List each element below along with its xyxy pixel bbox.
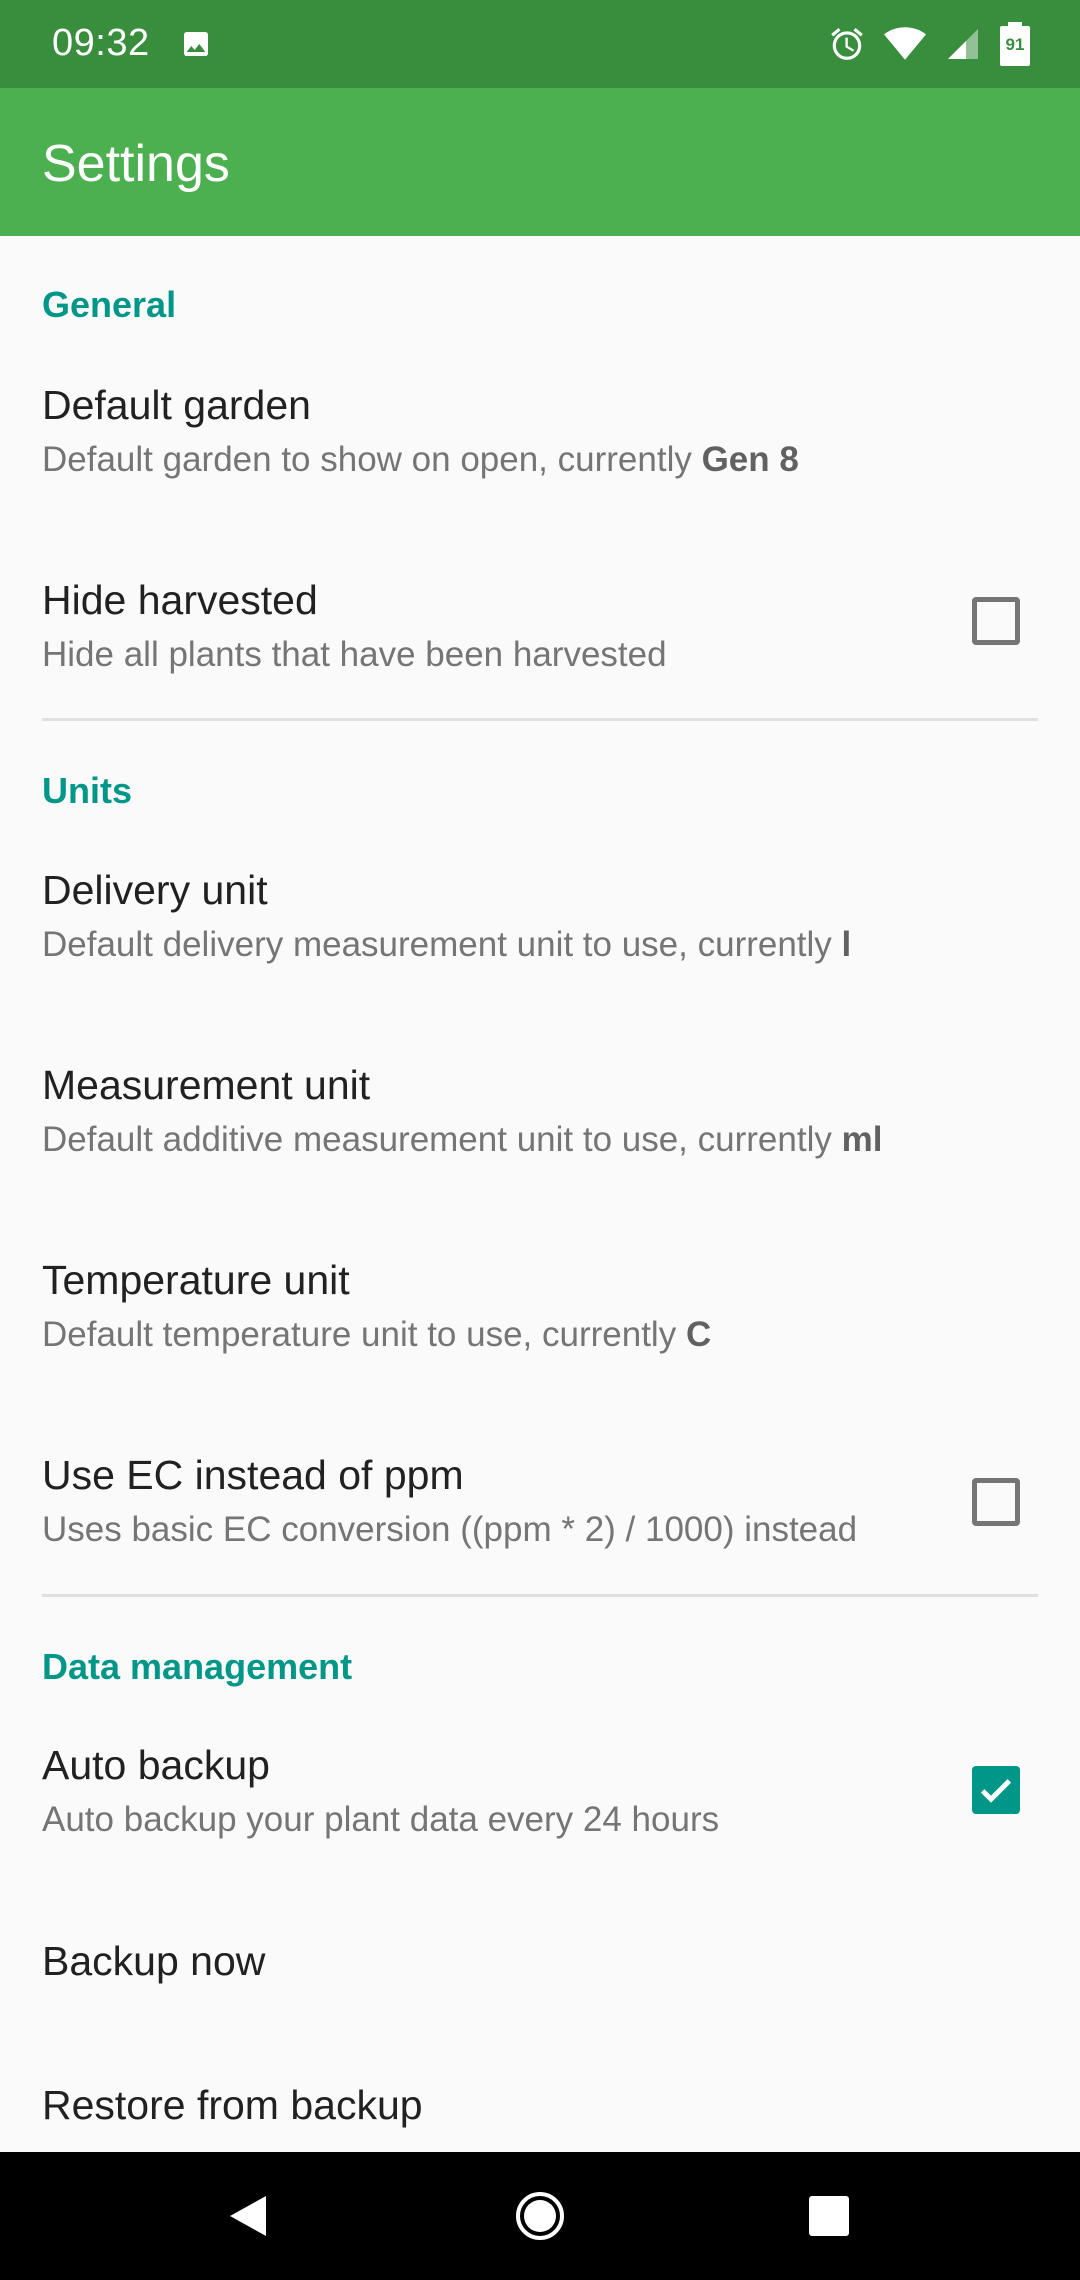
pref-temperature-unit[interactable]: Temperature unit Default temperature uni… [0, 1235, 1080, 1385]
section-header-general: General [42, 284, 177, 325]
navigation-bar [0, 2152, 1080, 2280]
pref-value: C [685, 1315, 712, 1354]
status-bar: 09:32 91 [0, 0, 1080, 88]
divider [42, 718, 1038, 721]
pref-summary: Default additive measurement unit to use… [42, 1120, 883, 1159]
use-ec-checkbox[interactable] [972, 1478, 1020, 1526]
back-icon [230, 2196, 266, 2236]
pref-title: Restore from backup [42, 2082, 423, 2128]
pref-title: Hide harvested [42, 577, 318, 623]
pref-auto-backup[interactable]: Auto backup Auto backup your plant data … [0, 1720, 1080, 1870]
pref-restore-backup[interactable]: Restore from backup [0, 2056, 1080, 2152]
pref-backup-now[interactable]: Backup now [0, 1912, 1080, 2012]
pref-default-garden[interactable]: Default garden Default garden to show on… [0, 360, 1080, 510]
pref-summary: Auto backup your plant data every 24 hou… [42, 1800, 720, 1839]
battery-icon: 91 [1000, 22, 1030, 66]
page-title: Settings [42, 135, 230, 193]
section-header-data-management: Data management [42, 1646, 353, 1687]
home-button[interactable] [480, 2152, 600, 2280]
pref-title: Default garden [42, 382, 311, 428]
battery-level: 91 [1005, 35, 1025, 54]
pref-title: Auto backup [42, 1742, 270, 1788]
divider [42, 1594, 1038, 1597]
hide-harvested-checkbox[interactable] [972, 597, 1020, 645]
home-icon [516, 2192, 564, 2240]
recents-button[interactable] [769, 2152, 889, 2280]
pref-summary: Hide all plants that have been harvested [42, 635, 667, 674]
status-time: 09:32 [52, 22, 150, 64]
image-icon [180, 28, 212, 60]
pref-title: Use EC instead of ppm [42, 1452, 464, 1498]
pref-summary: Uses basic EC conversion ((ppm * 2) / 10… [42, 1510, 858, 1549]
pref-hide-harvested[interactable]: Hide harvested Hide all plants that have… [0, 555, 1080, 705]
pref-value: Gen 8 [701, 440, 799, 479]
pref-delivery-unit[interactable]: Delivery unit Default delivery measureme… [0, 845, 1080, 995]
pref-title: Measurement unit [42, 1062, 371, 1108]
signal-icon [944, 26, 982, 62]
alarm-icon [828, 25, 866, 63]
pref-title: Backup now [42, 1938, 266, 1984]
back-button[interactable] [188, 2152, 308, 2280]
pref-title: Temperature unit [42, 1257, 350, 1303]
pref-summary: Default garden to show on open, currentl… [42, 440, 799, 479]
pref-summary: Default temperature unit to use, current… [42, 1315, 712, 1354]
check-icon [980, 1779, 1012, 1803]
wifi-icon [884, 26, 926, 62]
pref-value: ml [841, 1120, 883, 1159]
pref-measurement-unit[interactable]: Measurement unit Default additive measur… [0, 1040, 1080, 1190]
recents-icon [809, 2196, 849, 2236]
app-bar: Settings [0, 88, 1080, 236]
auto-backup-checkbox[interactable] [972, 1766, 1020, 1814]
pref-title: Delivery unit [42, 867, 268, 913]
pref-value: l [841, 925, 852, 964]
pref-summary: Default delivery measurement unit to use… [42, 925, 852, 964]
section-header-units: Units [42, 770, 132, 811]
pref-use-ec[interactable]: Use EC instead of ppm Uses basic EC conv… [0, 1430, 1080, 1580]
